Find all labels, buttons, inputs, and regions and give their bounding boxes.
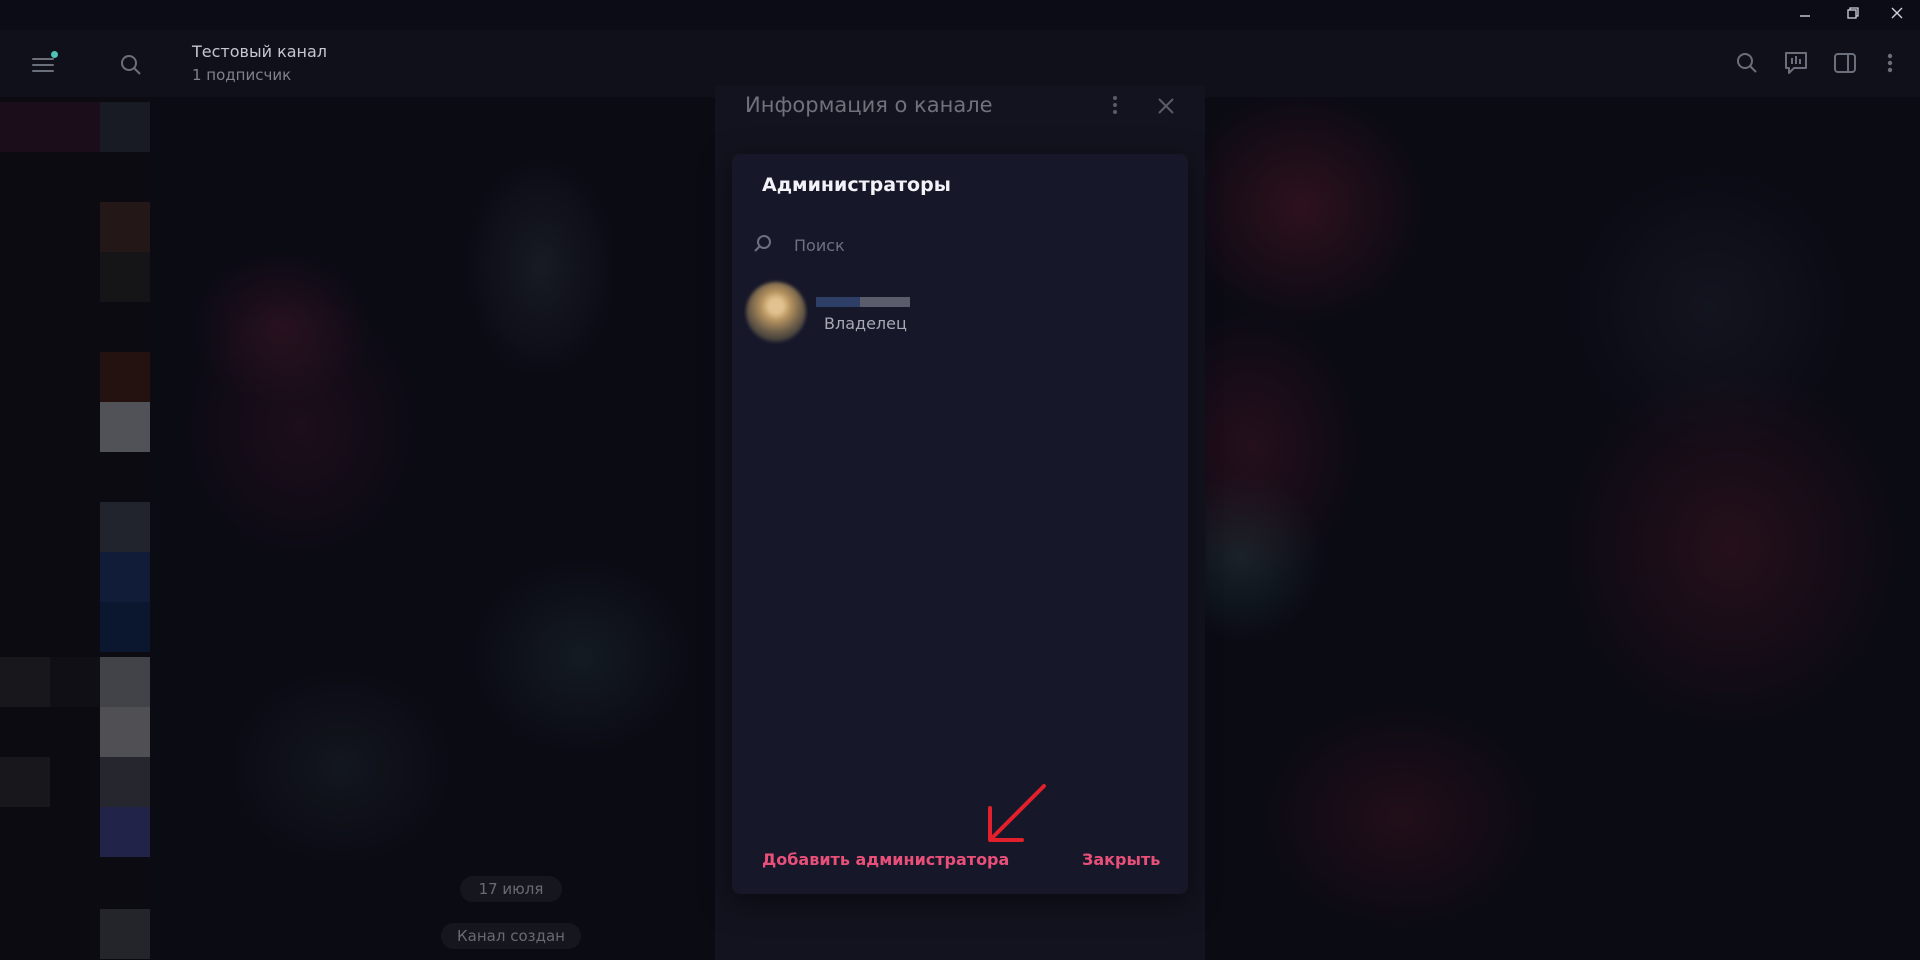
search-icon	[121, 55, 141, 75]
menu-icon	[32, 58, 54, 60]
menu-icon-bar	[32, 70, 54, 72]
sidebar-search-button[interactable]	[116, 50, 146, 80]
close-icon	[1891, 7, 1903, 19]
avatar	[746, 282, 806, 342]
more-dot	[1113, 110, 1117, 114]
minimize-button[interactable]	[1780, 0, 1830, 30]
administrators-dialog: Администраторы Владелец Добавить админис…	[732, 154, 1188, 894]
poll-icon	[1785, 52, 1807, 74]
add-administrator-button[interactable]: Добавить администратора	[762, 850, 1009, 869]
close-dialog-button[interactable]: Закрыть	[1082, 850, 1160, 869]
chat-title[interactable]: Тестовый канал	[192, 42, 327, 61]
admin-list-item[interactable]: Владелец	[746, 282, 1174, 342]
close-window-button[interactable]	[1872, 0, 1920, 30]
more-menu-button[interactable]	[1875, 48, 1905, 78]
annotation-arrow-icon	[988, 784, 1046, 842]
info-panel-title: Информация о канале	[745, 93, 993, 117]
member-name-redacted	[816, 297, 910, 307]
search-input[interactable]	[792, 224, 1166, 266]
chat-subtitle: 1 подписчик	[192, 66, 292, 84]
member-role: Владелец	[824, 314, 907, 333]
more-dot	[1113, 103, 1117, 107]
notification-dot	[51, 51, 58, 58]
close-icon	[1158, 98, 1174, 114]
redaction-bar	[816, 297, 860, 307]
sidebar-toggle-button[interactable]	[1830, 48, 1860, 78]
restore-button[interactable]	[1828, 0, 1878, 30]
discussion-button[interactable]	[1781, 48, 1811, 78]
search-icon	[1737, 53, 1757, 73]
search-icon	[754, 235, 771, 252]
sidebar-toggle-icon	[1834, 53, 1856, 73]
minimize-icon	[1800, 15, 1810, 17]
header-search-button[interactable]	[1732, 48, 1762, 78]
window-titlebar	[0, 0, 1920, 30]
restore-icon	[1847, 7, 1859, 19]
main-menu-button[interactable]	[26, 50, 60, 76]
dialog-title: Администраторы	[762, 174, 951, 196]
redaction-bar	[860, 297, 910, 307]
more-vertical-icon	[1113, 96, 1117, 100]
info-close-button[interactable]	[1155, 95, 1177, 117]
more-vertical-icon	[1887, 53, 1893, 73]
info-more-button[interactable]	[1107, 93, 1123, 119]
admin-search[interactable]	[752, 224, 1168, 266]
menu-icon-bar	[32, 64, 54, 66]
